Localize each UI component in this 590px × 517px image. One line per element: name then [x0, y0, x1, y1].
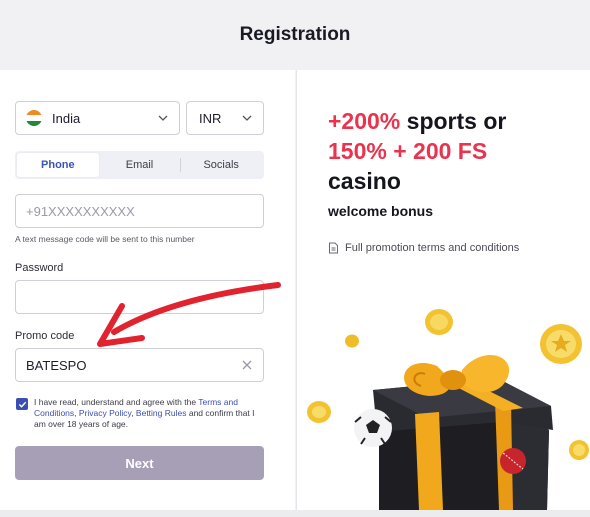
- page-title: Registration: [239, 24, 351, 45]
- betting-rules-link[interactable]: Betting Rules: [136, 408, 187, 418]
- registration-method-tabs: Phone Email Socials: [15, 151, 264, 179]
- terms-text: I have read, understand and agree with t…: [34, 397, 264, 430]
- password-label: Password: [15, 262, 64, 274]
- currency-select[interactable]: INR: [186, 101, 264, 135]
- coin-icon: [569, 440, 589, 460]
- promo-code-input[interactable]: [15, 348, 264, 382]
- country-select[interactable]: India: [15, 101, 180, 135]
- gift-box-icon: [373, 354, 553, 510]
- close-icon[interactable]: [240, 358, 254, 372]
- checkmark-icon: [18, 401, 26, 408]
- cricket-ball-icon: [500, 448, 526, 474]
- gift-box-illustration: [307, 309, 589, 510]
- password-input[interactable]: [15, 280, 264, 314]
- tab-email[interactable]: Email: [99, 153, 181, 177]
- terms-checkbox[interactable]: [16, 398, 28, 410]
- tab-phone[interactable]: Phone: [17, 153, 99, 177]
- privacy-policy-link[interactable]: Privacy Policy: [79, 408, 131, 418]
- tab-socials[interactable]: Socials: [180, 153, 262, 177]
- coin-icon: [425, 309, 453, 335]
- coin-icon: [307, 401, 331, 423]
- page-header: Registration: [0, 0, 590, 70]
- coin-icon: [345, 334, 359, 348]
- chevron-down-icon: [158, 115, 168, 121]
- currency-value: INR: [199, 110, 222, 126]
- phone-hint: A text message code will be sent to this…: [15, 234, 195, 244]
- soccer-ball-icon: [354, 409, 392, 447]
- phone-input[interactable]: [15, 194, 264, 228]
- footer-strip: [0, 510, 590, 517]
- promo-code-label: Promo code: [15, 330, 75, 342]
- india-flag-icon: [26, 110, 42, 126]
- promotion-panel: +200% sports or 150% + 200 FS casino wel…: [296, 70, 590, 510]
- chevron-down-icon: [242, 115, 252, 121]
- terms-prefix: I have read, understand and agree with t…: [34, 397, 199, 407]
- coin-icon: [540, 324, 582, 364]
- next-button[interactable]: Next: [15, 446, 264, 480]
- country-value: India: [52, 110, 81, 126]
